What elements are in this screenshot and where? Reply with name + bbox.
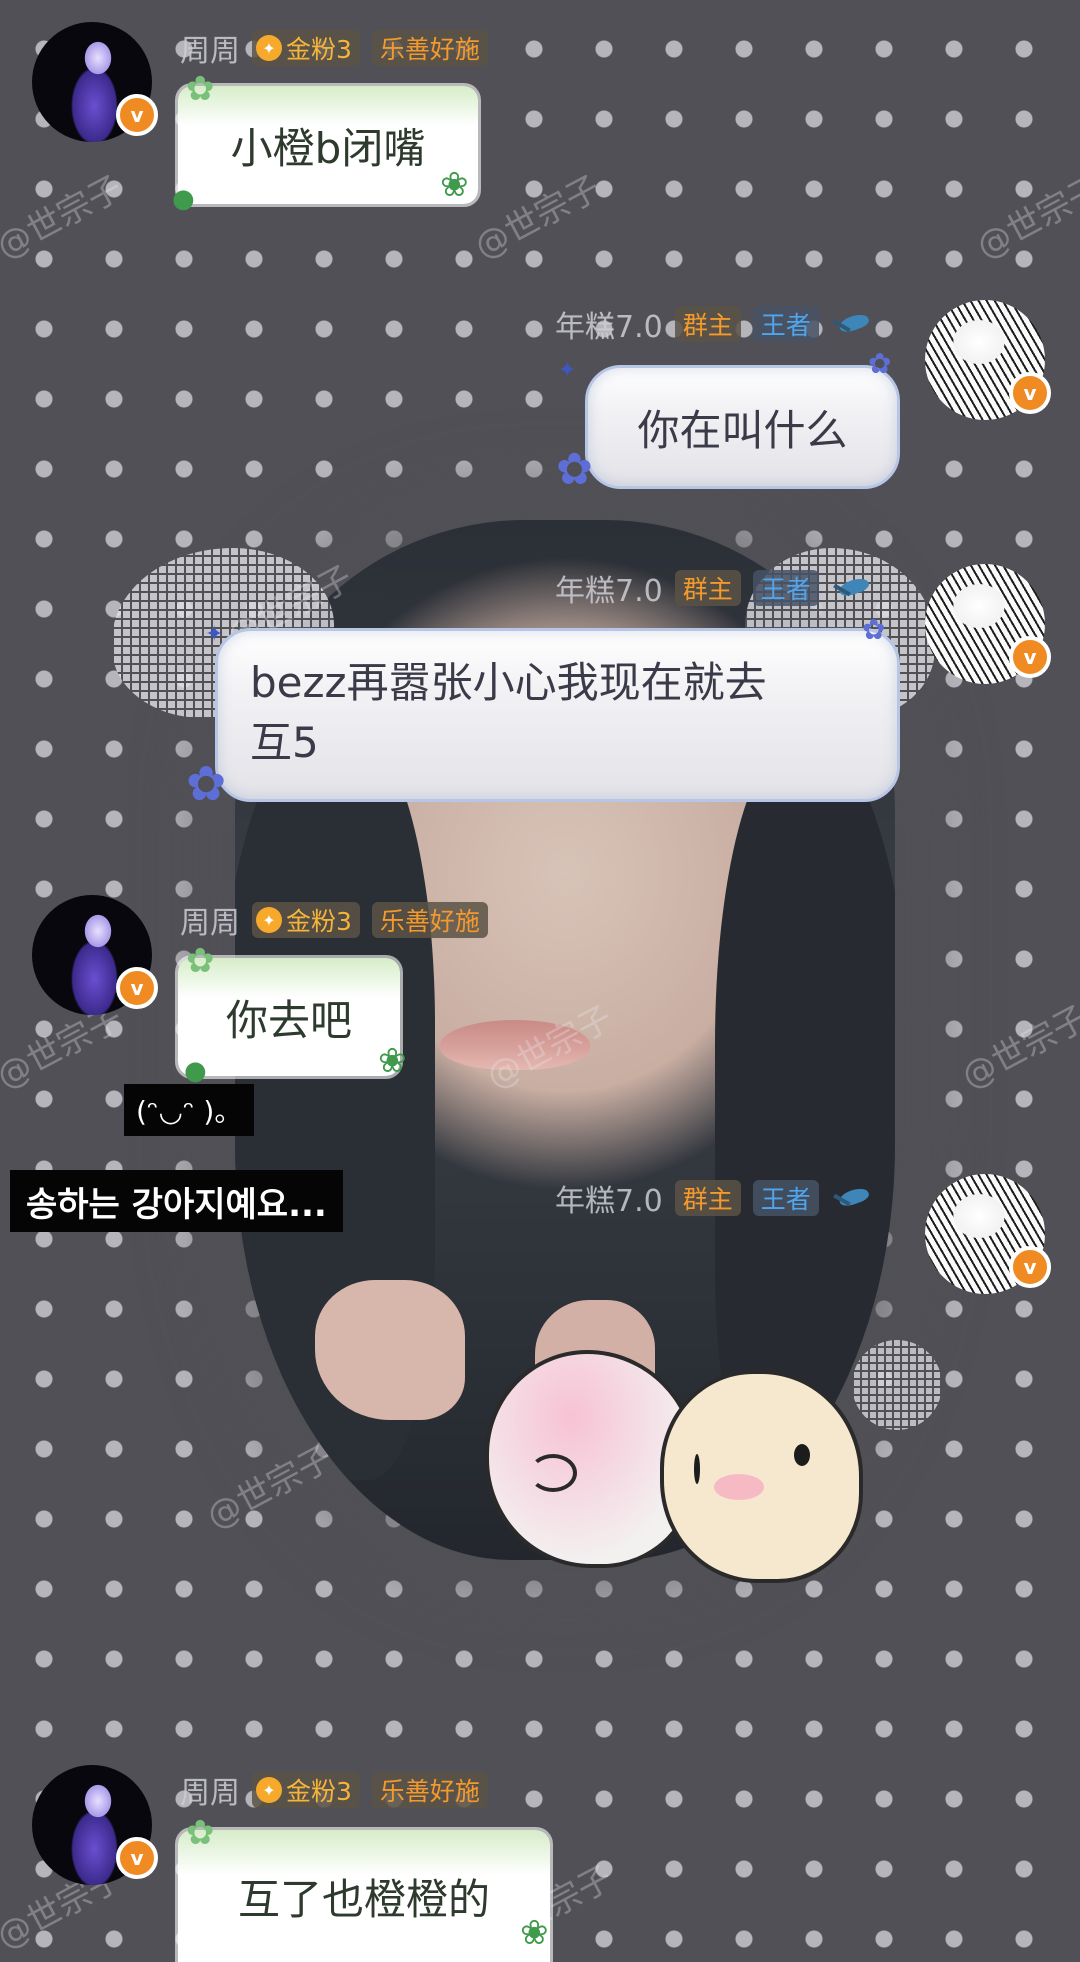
medal-icon: ✦ (256, 35, 282, 61)
rose-icon: ❀ (378, 1041, 407, 1081)
message-text-line: 互5 (250, 718, 319, 767)
blue-flower-icon: ✿ (556, 444, 593, 495)
sender-info: 周周 ✦ 金粉3 乐善好施 (180, 26, 488, 70)
rank-badge[interactable]: 王者 (752, 570, 819, 606)
kaomoji-caption: (ᵔ◡ᵔ )。 (124, 1084, 255, 1136)
blue-flower-icon: ✿ (862, 613, 886, 646)
fan-level-badge[interactable]: ✦ 金粉3 (252, 30, 360, 66)
hummingbird-icon (831, 306, 877, 342)
message-text: 你去吧 (225, 995, 352, 1045)
hand-shape (315, 1280, 465, 1420)
sender-name[interactable]: 周周 (180, 1768, 240, 1812)
caption-text: 송하는 강아지예요... (26, 1184, 327, 1225)
watermark: @世宗子 (0, 168, 130, 268)
rose-icon: ❀ (440, 165, 469, 205)
sender-info: 周周 ✦ 金粉3 乐善好施 (180, 898, 488, 942)
sender-info: 周周 ✦ 金粉3 乐善好施 (180, 1768, 488, 1812)
watermark: @世宗子 (970, 168, 1080, 268)
watermark: @世宗子 (468, 168, 608, 268)
bow-icon: ✿ (186, 69, 215, 109)
sender-name[interactable]: 年糕7.0 (555, 1176, 663, 1220)
blue-flower-icon: ✿ (868, 347, 892, 380)
sparkle-icon: ✦ (558, 358, 577, 383)
message-bubble[interactable]: bezz再嚣张小心我现在就去 互5 (215, 628, 900, 802)
medal-icon: ✦ (256, 907, 282, 933)
hummingbird-icon (831, 1180, 877, 1216)
eye-shape (794, 1444, 810, 1466)
message-bubble[interactable]: 互了也橙橙的 (178, 1830, 550, 1962)
fan-level-badge[interactable]: ✦ 金粉3 (252, 1772, 360, 1808)
watermark: @世宗子 (955, 998, 1080, 1098)
blue-flower-icon: ✿ (186, 756, 227, 812)
eye-shape (694, 1454, 700, 1484)
fan-level-label: 金粉3 (286, 35, 352, 64)
sender-info: 年糕7.0 群主 王者 (555, 302, 877, 346)
bow-icon: ✿ (186, 941, 215, 981)
verified-icon: v (116, 1837, 158, 1879)
verified-icon: v (116, 94, 158, 136)
sender-info: 年糕7.0 群主 王者 (555, 566, 877, 610)
group-owner-badge[interactable]: 群主 (674, 306, 741, 342)
sender-name[interactable]: 年糕7.0 (555, 302, 663, 346)
caption-text: (ᵔ◡ᵔ )。 (136, 1095, 243, 1128)
fan-level-label: 金粉3 (286, 1777, 352, 1806)
message-text: 小橙b闭嘴 (230, 123, 426, 173)
hummingbird-icon (831, 570, 877, 606)
title-badge[interactable]: 乐善好施 (371, 30, 488, 66)
rose-icon: ❀ (520, 1913, 549, 1953)
group-owner-badge[interactable]: 群主 (674, 570, 741, 606)
blob-sticker[interactable] (485, 1330, 875, 1590)
group-owner-badge[interactable]: 群主 (674, 1180, 741, 1216)
nose-shape (714, 1474, 764, 1500)
avatar[interactable]: v (925, 1174, 1051, 1294)
sender-name[interactable]: 年糕7.0 (555, 566, 663, 610)
title-badge[interactable]: 乐善好施 (371, 902, 488, 938)
korean-caption: 송하는 강아지예요... (10, 1170, 343, 1232)
mouth-shape (529, 1454, 577, 1492)
title-badge[interactable]: 乐善好施 (371, 1772, 488, 1808)
avatar[interactable]: v (32, 1765, 158, 1885)
avatar[interactable]: v (925, 300, 1051, 420)
message-bubble[interactable]: 你在叫什么 (585, 365, 900, 489)
berry-icon: ● (184, 1056, 207, 1086)
verified-icon: v (1009, 636, 1051, 678)
fan-level-badge[interactable]: ✦ 金粉3 (252, 902, 360, 938)
sender-name[interactable]: 周周 (180, 26, 240, 70)
cream-blob-character (660, 1370, 863, 1583)
verified-icon: v (1009, 1246, 1051, 1288)
avatar[interactable]: v (32, 895, 158, 1015)
avatar[interactable]: v (32, 22, 158, 142)
avatar[interactable]: v (925, 564, 1051, 684)
rank-badge[interactable]: 王者 (752, 306, 819, 342)
verified-icon: v (116, 967, 158, 1009)
sparkle-icon: ✦ (205, 622, 224, 647)
medal-icon: ✦ (256, 1777, 282, 1803)
message-text: 互了也橙橙的 (237, 1874, 490, 1924)
chat-area: @世宗子 @世宗子 @世宗子 @世宗子 @世宗子 @世宗子 @世宗子 @世宗子 … (0, 0, 1080, 1962)
berry-icon: ● (172, 184, 195, 214)
verified-icon: v (1009, 372, 1051, 414)
message-bubble[interactable]: 小橙b闭嘴 (178, 86, 478, 204)
fan-level-label: 金粉3 (286, 907, 352, 936)
rank-badge[interactable]: 王者 (752, 1180, 819, 1216)
sender-info: 年糕7.0 群主 王者 (555, 1176, 877, 1220)
message-text-line: bezz再嚣张小心我现在就去 (250, 658, 767, 707)
message-text: 你在叫什么 (637, 405, 848, 455)
sender-name[interactable]: 周周 (180, 898, 240, 942)
bow-icon: ✿ (186, 1813, 215, 1853)
